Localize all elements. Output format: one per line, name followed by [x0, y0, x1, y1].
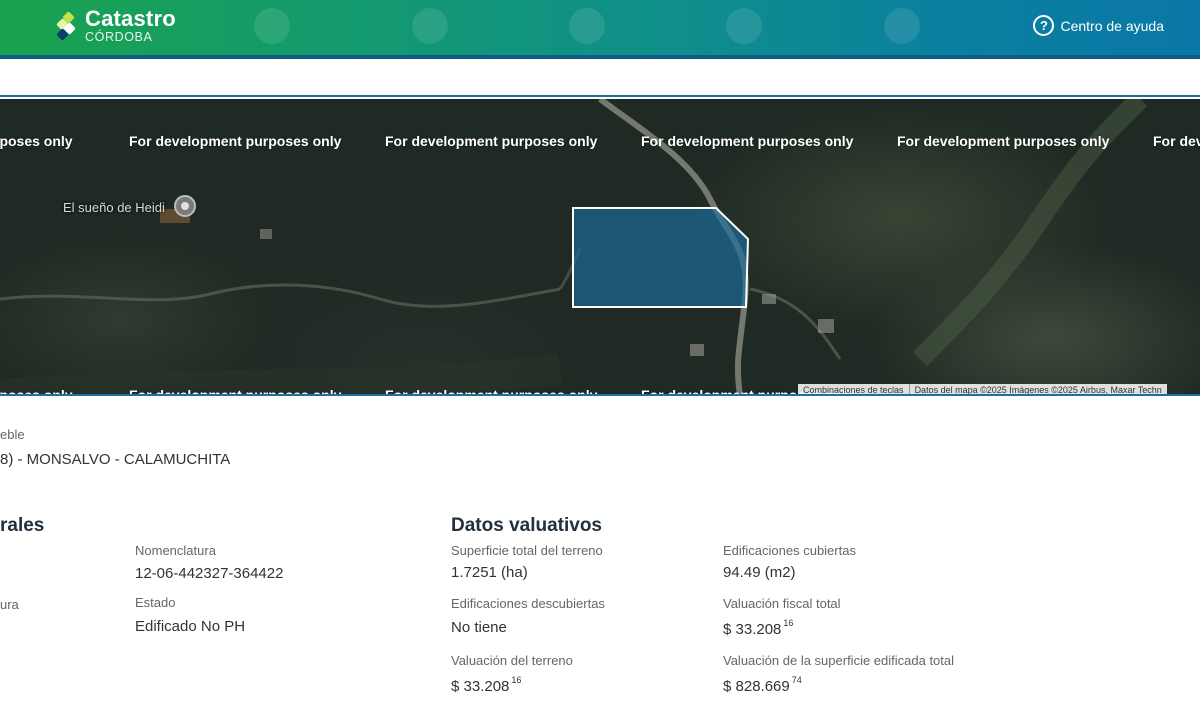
valuacion-terreno-label: Valuación del terreno: [451, 653, 573, 668]
nomenclatura-label: Nomenclatura: [135, 543, 216, 558]
edif-descubiertas-label: Edificaciones descubiertas: [451, 596, 605, 611]
cadastral-section-title: rales: [0, 515, 45, 536]
dev-watermark: rposes only: [0, 387, 73, 396]
property-location: 8) - MONSALVO - CALAMUCHITA: [0, 451, 231, 468]
satellite-map[interactable]: rposes only For development purposes onl…: [0, 99, 1200, 396]
header-decoration: [726, 8, 762, 44]
dev-watermark: For development purposes only: [385, 133, 598, 149]
question-circle-icon: ?: [1033, 15, 1055, 36]
header-decoration: [412, 8, 448, 44]
poi-label[interactable]: El sueño de Heidi: [63, 200, 165, 215]
valuacion-terreno-value: $ 33.208 16: [451, 675, 522, 695]
dev-watermark: For development purposes only: [385, 387, 598, 396]
edif-cubiertas-value: 94.49 (m2): [723, 564, 796, 581]
help-center-label: Centro de ayuda: [1060, 17, 1164, 34]
dev-watermark: For development purposes only: [897, 133, 1110, 149]
top-header: Catastro CÓRDOBA ? Centro de ayuda: [0, 0, 1200, 55]
superficie-value: 1.7251 (ha): [451, 564, 528, 581]
dev-watermark: For dev: [1153, 133, 1200, 149]
search-bar-area[interactable]: [0, 59, 1200, 97]
brand-subtitle: CÓRDOBA: [85, 30, 153, 44]
map-pin-icon[interactable]: [174, 195, 196, 217]
valuacion-edificada-label: Valuación de la superficie edificada tot…: [723, 653, 955, 668]
dev-watermark: rposes only: [0, 133, 73, 149]
logo-icon: [55, 10, 79, 41]
nomenclatura-value: 12-06-442327-364422: [135, 565, 284, 582]
estado-value: Edificado No PH: [135, 618, 246, 635]
edif-descubiertas-value: No tiene: [451, 619, 507, 636]
valuacion-fiscal-value: $ 33.208 16: [723, 618, 794, 638]
map-attribution: Combinaciones de teclas Datos del mapa ©…: [798, 384, 1167, 395]
header-decoration: [569, 8, 605, 44]
valuation-section-title: Datos valuativos: [451, 515, 602, 536]
keyboard-shortcuts-link[interactable]: Combinaciones de teclas: [798, 384, 909, 394]
map-data-credit: Datos del mapa ©2025 Imágenes ©2025 Airb…: [914, 385, 1162, 395]
dev-watermark: For development purposes only: [641, 133, 854, 149]
brand-title: Catastro: [85, 6, 176, 31]
help-center-link[interactable]: ? Centro de ayuda: [1033, 15, 1164, 36]
header-decoration: [254, 8, 290, 44]
dev-watermark: For development purposes only: [129, 387, 342, 396]
dev-watermark: For development purposes only: [129, 133, 342, 149]
catastro-logo[interactable]: Catastro CÓRDOBA: [55, 8, 176, 44]
property-type-label: eble: [0, 427, 25, 442]
valuacion-fiscal-label: Valuación fiscal total: [723, 596, 841, 611]
edif-cubiertas-label: Edificaciones cubiertas: [723, 543, 856, 558]
cadastral-partial-label: ura: [0, 597, 19, 612]
estado-label: Estado: [135, 595, 176, 610]
header-decoration: [884, 8, 920, 44]
valuacion-edificada-value: $ 828.669 74: [723, 675, 802, 695]
superficie-label: Superficie total del terreno: [451, 543, 603, 558]
